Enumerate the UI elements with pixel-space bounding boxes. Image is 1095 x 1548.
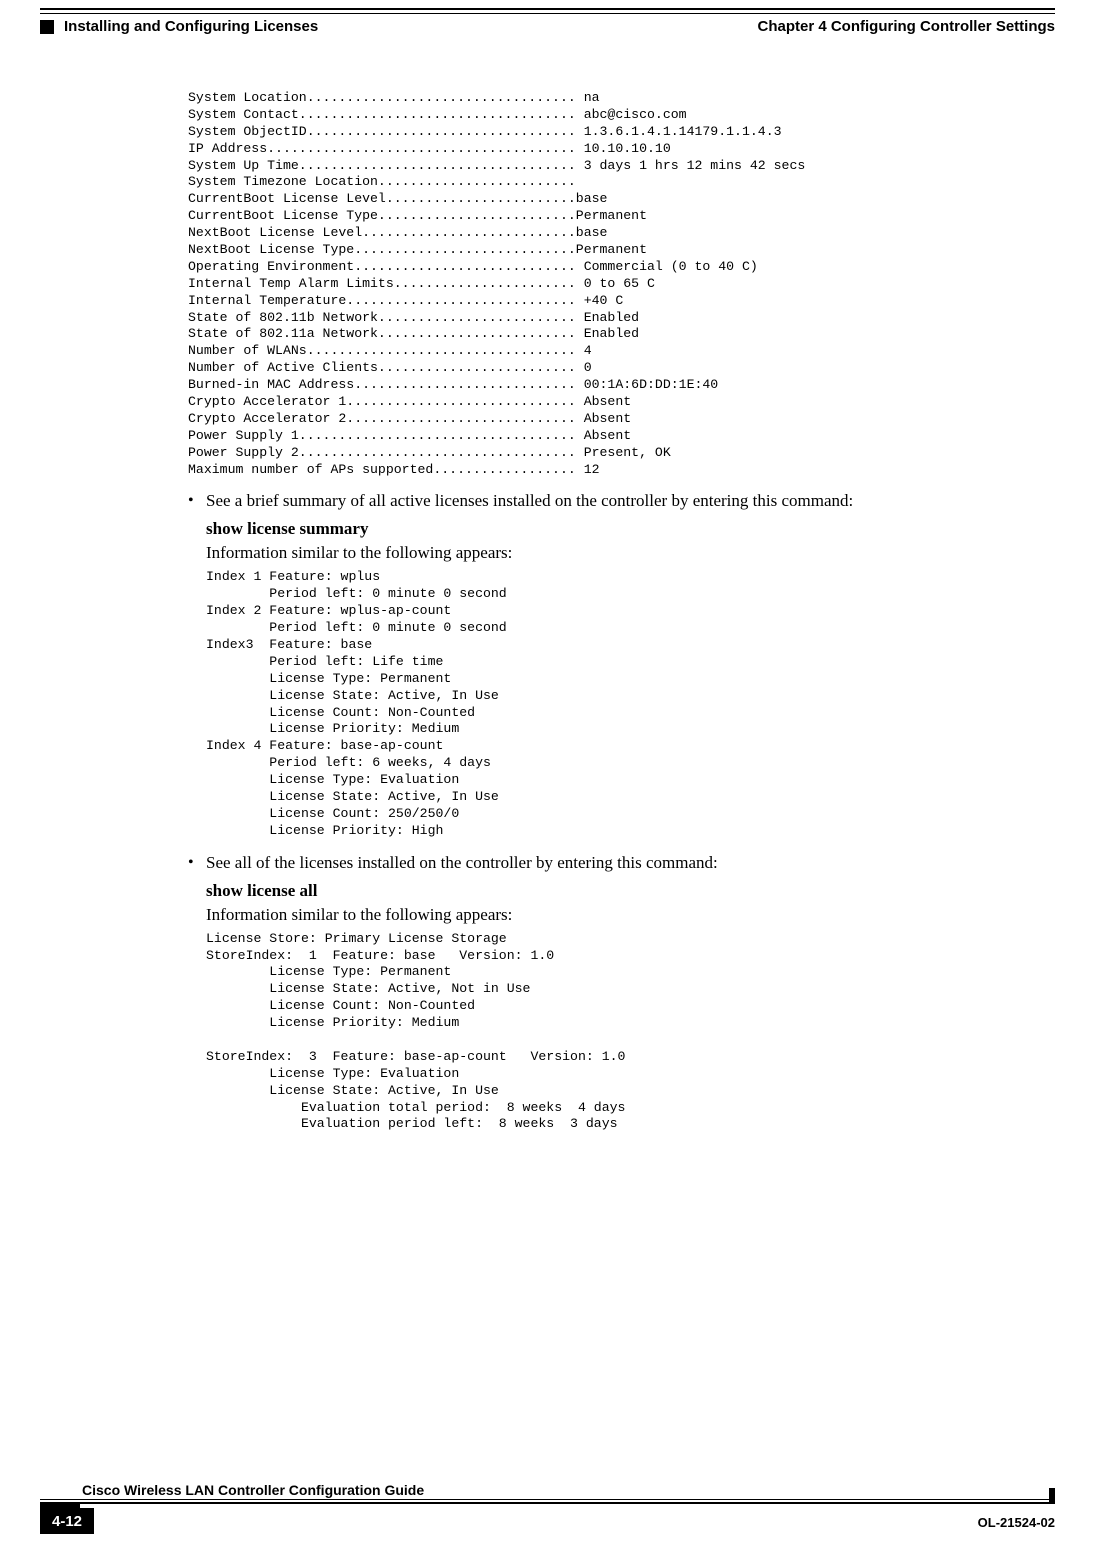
caption-1: Information similar to the following app… xyxy=(206,543,1055,563)
header-left-box-icon xyxy=(40,20,54,34)
section-title: Installing and Configuring Licenses xyxy=(64,18,318,35)
footer-doc-title: Cisco Wireless LAN Controller Configurat… xyxy=(82,1482,424,1498)
footer-right-box-icon xyxy=(1049,1488,1055,1504)
footer-rule-thick xyxy=(40,1502,1055,1504)
page-header: Installing and Configuring Licenses Chap… xyxy=(40,18,1055,35)
bullet-1-text: See a brief summary of all active licens… xyxy=(206,490,853,513)
header-left: Installing and Configuring Licenses xyxy=(40,18,318,35)
footer-rule-thin xyxy=(40,1499,1055,1500)
chapter-title: Chapter 4 Configuring Controller Setting… xyxy=(757,18,1055,35)
document-id: OL-21524-02 xyxy=(978,1515,1055,1530)
output-1: Index 1 Feature: wplus Period left: 0 mi… xyxy=(206,569,1055,839)
caption-2: Information similar to the following app… xyxy=(206,905,1055,925)
command-2: show license all xyxy=(206,881,1055,901)
output-2: License Store: Primary License Storage S… xyxy=(206,931,1055,1134)
command-1: show license summary xyxy=(206,519,1055,539)
top-rule xyxy=(40,8,1055,10)
bullet-dot-icon: • xyxy=(188,490,206,513)
top-rule-thin xyxy=(40,13,1055,14)
bullet-dot-icon: • xyxy=(188,852,206,875)
bullet-item-2: • See all of the licenses installed on t… xyxy=(188,852,1055,875)
page-number: 4-12 xyxy=(40,1508,94,1534)
bullet-item-1: • See a brief summary of all active lice… xyxy=(188,490,1055,513)
bullet-2-text: See all of the licenses installed on the… xyxy=(206,852,718,875)
sysinfo-output: System Location.........................… xyxy=(188,90,1055,478)
content-area: System Location.........................… xyxy=(40,90,1055,1145)
